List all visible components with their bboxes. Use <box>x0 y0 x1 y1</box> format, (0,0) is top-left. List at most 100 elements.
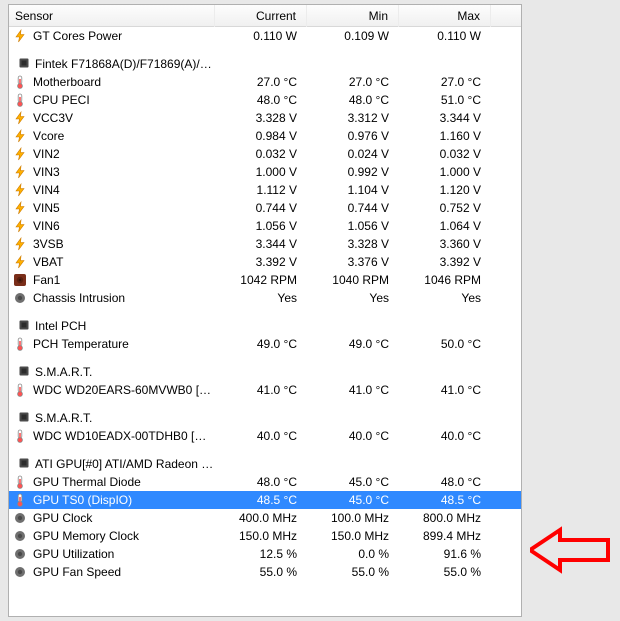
sensor-name: GPU Clock <box>33 511 92 525</box>
sensor-name: GPU Thermal Diode <box>33 475 141 489</box>
table-row[interactable]: VIN41.112 V1.104 V1.120 V <box>9 181 521 199</box>
value-current: 1.112 V <box>215 181 307 199</box>
therm-icon <box>13 475 27 489</box>
value-max: 1.160 V <box>399 127 491 145</box>
value-current: Yes <box>215 289 307 307</box>
value-min: 1.056 V <box>307 217 399 235</box>
table-row[interactable]: VIN50.744 V0.744 V0.752 V <box>9 199 521 217</box>
sensor-group[interactable]: ATI GPU[#0] ATI/AMD Radeon HD ... <box>9 455 521 473</box>
sensor-name: GPU TS0 (DispIO) <box>33 493 132 507</box>
bolt-icon <box>13 165 27 179</box>
header-sensor[interactable]: Sensor <box>9 5 215 27</box>
value-min: 0.744 V <box>307 199 399 217</box>
sensor-name: VCC3V <box>33 111 73 125</box>
bolt-icon <box>13 129 27 143</box>
value-max: 3.392 V <box>399 253 491 271</box>
table-row[interactable]: GPU Thermal Diode48.0 °C45.0 °C48.0 °C <box>9 473 521 491</box>
value-max: 51.0 °C <box>399 91 491 109</box>
sensor-group[interactable]: Fintek F71868A(D)/F71869(A)/F718... <box>9 55 521 73</box>
table-row[interactable]: Chassis IntrusionYesYesYes <box>9 289 521 307</box>
value-max: 3.344 V <box>399 109 491 127</box>
sensor-group[interactable]: S.M.A.R.T. <box>9 409 521 427</box>
bolt-icon <box>13 219 27 233</box>
chip-icon <box>17 410 31 424</box>
table-row[interactable]: CPU PECI48.0 °C48.0 °C51.0 °C <box>9 91 521 109</box>
table-row[interactable]: Fan11042 RPM1040 RPM1046 RPM <box>9 271 521 289</box>
bolt-icon <box>13 255 27 269</box>
value-min: 55.0 % <box>307 563 399 581</box>
therm-icon <box>13 337 27 351</box>
value-current: 49.0 °C <box>215 335 307 353</box>
value-max: 1.000 V <box>399 163 491 181</box>
table-row[interactable]: WDC WD10EADX-00TDHB0 [WD-W...40.0 °C40.0… <box>9 427 521 445</box>
sensor-name: GPU Fan Speed <box>33 565 121 579</box>
sensor-panel: Sensor Current Min Max GT Cores Power0.1… <box>8 4 522 617</box>
sensor-name: WDC WD20EARS-60MVWB0 [WD-W... <box>33 383 215 397</box>
header-current[interactable]: Current <box>215 5 307 27</box>
value-current: 3.392 V <box>215 253 307 271</box>
value-current: 0.744 V <box>215 199 307 217</box>
table-row[interactable]: VIN61.056 V1.056 V1.064 V <box>9 217 521 235</box>
header-max[interactable]: Max <box>399 5 491 27</box>
value-max: 0.752 V <box>399 199 491 217</box>
value-max: 1.064 V <box>399 217 491 235</box>
value-max: 3.360 V <box>399 235 491 253</box>
table-row[interactable]: VIN20.032 V0.024 V0.032 V <box>9 145 521 163</box>
value-min: 0.0 % <box>307 545 399 563</box>
sensor-group[interactable]: Intel PCH <box>9 317 521 335</box>
value-min: 40.0 °C <box>307 427 399 445</box>
value-min: 48.0 °C <box>307 91 399 109</box>
value-current: 3.328 V <box>215 109 307 127</box>
value-max: 1046 RPM <box>399 271 491 289</box>
sensor-name: VIN6 <box>33 219 60 233</box>
dot-icon <box>13 291 27 305</box>
table-row[interactable]: VBAT3.392 V3.376 V3.392 V <box>9 253 521 271</box>
table-row[interactable]: Motherboard27.0 °C27.0 °C27.0 °C <box>9 73 521 91</box>
value-max: 48.0 °C <box>399 473 491 491</box>
table-body[interactable]: GT Cores Power0.110 W0.109 W0.110 W Finte… <box>9 27 521 616</box>
sensor-group[interactable]: S.M.A.R.T. <box>9 363 521 381</box>
value-min: 0.109 W <box>307 27 399 45</box>
value-current: 48.5 °C <box>215 491 307 509</box>
sensor-name: 3VSB <box>33 237 64 251</box>
table-header: Sensor Current Min Max <box>9 5 521 27</box>
table-row[interactable]: Vcore0.984 V0.976 V1.160 V <box>9 127 521 145</box>
value-current: 40.0 °C <box>215 427 307 445</box>
dot-icon <box>13 565 27 579</box>
value-current: 1042 RPM <box>215 271 307 289</box>
value-current: 0.984 V <box>215 127 307 145</box>
table-row[interactable]: GT Cores Power0.110 W0.109 W0.110 W <box>9 27 521 45</box>
therm-icon <box>13 429 27 443</box>
value-max: 0.032 V <box>399 145 491 163</box>
table-row[interactable]: GPU Fan Speed55.0 %55.0 %55.0 % <box>9 563 521 581</box>
value-max: 55.0 % <box>399 563 491 581</box>
value-min: 3.376 V <box>307 253 399 271</box>
table-row[interactable]: GPU Memory Clock150.0 MHz150.0 MHz899.4 … <box>9 527 521 545</box>
value-current: 1.056 V <box>215 217 307 235</box>
fan-icon <box>13 273 27 287</box>
value-min: 49.0 °C <box>307 335 399 353</box>
chip-icon <box>17 456 31 470</box>
value-min: 3.328 V <box>307 235 399 253</box>
group-label: S.M.A.R.T. <box>35 411 92 425</box>
value-min: 3.312 V <box>307 109 399 127</box>
dot-icon <box>13 511 27 525</box>
sensor-name: Vcore <box>33 129 64 143</box>
table-row[interactable]: VIN31.000 V0.992 V1.000 V <box>9 163 521 181</box>
value-max: 27.0 °C <box>399 73 491 91</box>
table-row[interactable]: VCC3V 3.328 V3.312 V3.344 V <box>9 109 521 127</box>
table-row[interactable]: 3VSB3.344 V3.328 V3.360 V <box>9 235 521 253</box>
table-row[interactable]: WDC WD20EARS-60MVWB0 [WD-W...41.0 °C41.0… <box>9 381 521 399</box>
header-min[interactable]: Min <box>307 5 399 27</box>
value-min: 45.0 °C <box>307 491 399 509</box>
value-current: 400.0 MHz <box>215 509 307 527</box>
table-row[interactable]: PCH Temperature49.0 °C49.0 °C50.0 °C <box>9 335 521 353</box>
table-row[interactable]: GPU Utilization12.5 %0.0 %91.6 % <box>9 545 521 563</box>
therm-icon <box>13 93 27 107</box>
value-current: 48.0 °C <box>215 473 307 491</box>
table-row[interactable]: GPU Clock400.0 MHz100.0 MHz800.0 MHz <box>9 509 521 527</box>
group-label: ATI GPU[#0] ATI/AMD Radeon HD ... <box>35 457 215 471</box>
table-row[interactable]: GPU TS0 (DispIO)48.5 °C45.0 °C48.5 °C <box>9 491 521 509</box>
chip-icon <box>17 318 31 332</box>
sensor-name: Motherboard <box>33 75 101 89</box>
